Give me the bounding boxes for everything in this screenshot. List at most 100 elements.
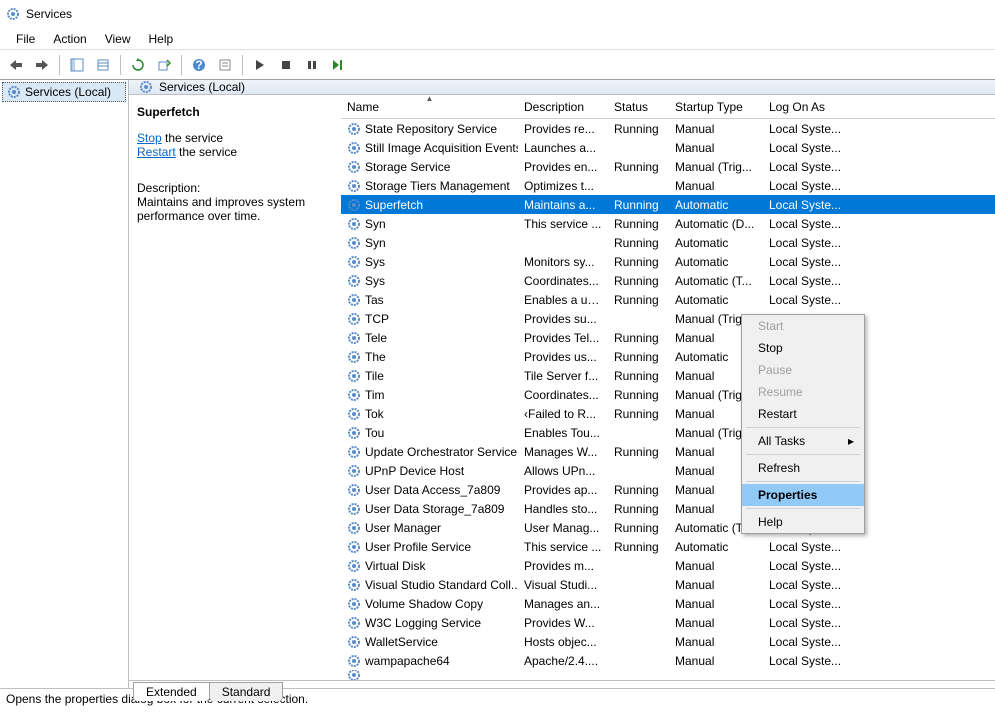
- gear-icon: [347, 160, 361, 174]
- service-row[interactable]: User Data Access_7a809Provides ap...Runn…: [341, 480, 995, 499]
- services-app-icon: [6, 7, 20, 21]
- cell-status: Running: [608, 407, 669, 421]
- gear-icon: [347, 331, 361, 345]
- help-button[interactable]: ?: [187, 53, 211, 77]
- service-row[interactable]: TheProvides us...RunningAutomaticLocal S…: [341, 347, 995, 366]
- gear-icon: [347, 483, 361, 497]
- tree-root-services-local[interactable]: Services (Local): [2, 82, 126, 102]
- cm-refresh[interactable]: Refresh: [742, 457, 864, 479]
- service-row[interactable]: SysCoordinates...RunningAutomatic (T...L…: [341, 271, 995, 290]
- cell-description: Tile Server f...: [518, 369, 608, 383]
- gear-icon: [347, 654, 361, 668]
- restart-service-button[interactable]: [326, 53, 350, 77]
- gear-icon: [139, 80, 153, 94]
- stop-link[interactable]: Stop: [137, 131, 162, 145]
- service-row[interactable]: wampapache64Apache/2.4....ManualLocal Sy…: [341, 651, 995, 670]
- service-row[interactable]: SysMonitors sy...RunningAutomaticLocal S…: [341, 252, 995, 271]
- cell-description: Provides en...: [518, 160, 608, 174]
- col-header-name[interactable]: ▲Name: [341, 100, 518, 114]
- cell-description: Provides W...: [518, 616, 608, 630]
- cell-status: Running: [608, 540, 669, 554]
- service-row[interactable]: Storage Tiers ManagementOptimizes t...Ma…: [341, 176, 995, 195]
- cell-logon: Local Syste...: [763, 293, 851, 307]
- cell-description: Hosts objec...: [518, 635, 608, 649]
- service-row[interactable]: Still Image Acquisition EventsLaunches a…: [341, 138, 995, 157]
- restart-link[interactable]: Restart: [137, 145, 176, 159]
- stop-service-button[interactable]: [274, 53, 298, 77]
- main-area: Services (Local) Services (Local) Superf…: [0, 80, 995, 688]
- cell-status: Running: [608, 388, 669, 402]
- service-row[interactable]: Storage ServiceProvides en...RunningManu…: [341, 157, 995, 176]
- service-row[interactable]: User Data Storage_7a809Handles sto...Run…: [341, 499, 995, 518]
- cell-logon: Local Syste...: [763, 122, 851, 136]
- service-row[interactable]: User ManagerUser Manag...RunningAutomati…: [341, 518, 995, 537]
- service-row[interactable]: TeleProvides Tel...RunningManualNetwork …: [341, 328, 995, 347]
- cell-name: Tas: [341, 293, 518, 307]
- service-row[interactable]: State Repository ServiceProvides re...Ru…: [341, 119, 995, 138]
- service-row[interactable]: W3C Logging ServiceProvides W...ManualLo…: [341, 613, 995, 632]
- service-row[interactable]: SynThis service ...RunningAutomatic (D..…: [341, 214, 995, 233]
- cell-description: Manages W...: [518, 445, 608, 459]
- show-hide-tree-button[interactable]: [65, 53, 89, 77]
- cell-name: wampapache64: [341, 654, 518, 668]
- menu-help[interactable]: Help: [141, 30, 182, 48]
- export-button[interactable]: [152, 53, 176, 77]
- cm-help[interactable]: Help: [742, 511, 864, 533]
- restart-suffix: the service: [176, 145, 237, 159]
- cm-all-tasks[interactable]: All Tasks▸: [742, 430, 864, 452]
- cell-name: Virtual Disk: [341, 559, 518, 573]
- service-row[interactable]: TimCoordinates...RunningManual (Trig...L…: [341, 385, 995, 404]
- restart-service-link-row: Restart the service: [137, 145, 333, 159]
- service-row[interactable]: SynRunningAutomaticLocal Syste...: [341, 233, 995, 252]
- properties-button[interactable]: [213, 53, 237, 77]
- service-row[interactable]: Volume Shadow CopyManages an...ManualLoc…: [341, 594, 995, 613]
- service-row[interactable]: Tok‹Failed to R...RunningManualLocal Sys…: [341, 404, 995, 423]
- cell-name: W3C Logging Service: [341, 616, 518, 630]
- gear-icon: [347, 388, 361, 402]
- cell-logon: Local Syste...: [763, 236, 851, 250]
- col-header-description[interactable]: Description: [518, 100, 608, 114]
- menu-file[interactable]: File: [8, 30, 43, 48]
- back-button[interactable]: [4, 53, 28, 77]
- service-row[interactable]: TileTile Server f...RunningManualLocal S…: [341, 366, 995, 385]
- refresh-button[interactable]: [126, 53, 150, 77]
- col-header-status[interactable]: Status: [608, 100, 669, 114]
- cell-name: User Profile Service: [341, 540, 518, 554]
- cm-properties[interactable]: Properties: [742, 484, 864, 506]
- description-label: Description:: [137, 181, 333, 195]
- pause-service-button[interactable]: [300, 53, 324, 77]
- cm-stop[interactable]: Stop: [742, 337, 864, 359]
- service-row[interactable]: Update Orchestrator ServiceManages W...R…: [341, 442, 995, 461]
- service-row[interactable]: SuperfetchMaintains a...RunningAutomatic…: [341, 195, 995, 214]
- service-row[interactable]: TCPProvides su...Manual (Trig...Local Se…: [341, 309, 995, 328]
- cm-restart[interactable]: Restart: [742, 403, 864, 425]
- cell-description: Allows UPn...: [518, 464, 608, 478]
- col-header-logon[interactable]: Log On As: [763, 100, 851, 114]
- menu-action[interactable]: Action: [45, 30, 94, 48]
- service-row[interactable]: Virtual DiskProvides m...ManualLocal Sys…: [341, 556, 995, 575]
- cell-startup: Manual: [669, 578, 763, 592]
- gear-icon: [347, 274, 361, 288]
- gear-icon: [347, 635, 361, 649]
- cell-status: Running: [608, 521, 669, 535]
- gear-icon: [347, 198, 361, 212]
- cell-status: Running: [608, 160, 669, 174]
- cell-description: Maintains a...: [518, 198, 608, 212]
- cell-name: Superfetch: [341, 198, 518, 212]
- service-row[interactable]: TasEnables a us...RunningAutomaticLocal …: [341, 290, 995, 309]
- col-header-startup[interactable]: Startup Type: [669, 100, 763, 114]
- service-row[interactable]: UPnP Device HostAllows UPn...ManualLocal…: [341, 461, 995, 480]
- export-list-button[interactable]: [91, 53, 115, 77]
- service-row[interactable]: TouEnables Tou...Manual (Trig...Local Sy…: [341, 423, 995, 442]
- description-text: Maintains and improves system performanc…: [137, 195, 333, 223]
- cell-startup: Automatic (D...: [669, 217, 763, 231]
- menu-view[interactable]: View: [97, 30, 139, 48]
- tab-standard[interactable]: Standard: [209, 682, 284, 701]
- service-row[interactable]: WalletServiceHosts objec...ManualLocal S…: [341, 632, 995, 651]
- service-row[interactable]: Visual Studio Standard Coll...Visual Stu…: [341, 575, 995, 594]
- forward-button[interactable]: [30, 53, 54, 77]
- tab-extended[interactable]: Extended: [133, 682, 210, 701]
- start-service-button[interactable]: [248, 53, 272, 77]
- cell-startup: Manual: [669, 179, 763, 193]
- service-row[interactable]: User Profile ServiceThis service ...Runn…: [341, 537, 995, 556]
